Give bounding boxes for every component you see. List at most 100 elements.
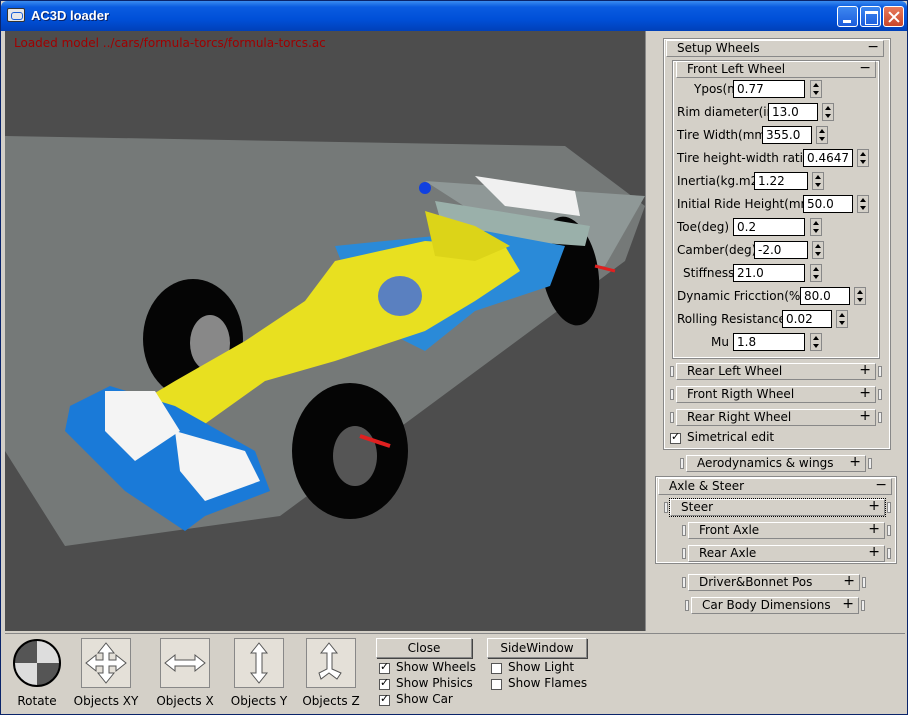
rim-diameter-input[interactable] bbox=[768, 103, 818, 121]
stiffness-spinner[interactable] bbox=[810, 264, 822, 282]
header-cap bbox=[680, 458, 684, 469]
move-xy-icon bbox=[81, 638, 131, 688]
inertia-input[interactable] bbox=[754, 172, 808, 190]
car-render bbox=[5, 136, 645, 546]
minimize-button[interactable] bbox=[837, 6, 858, 27]
checkbox-checked[interactable] bbox=[379, 692, 390, 706]
header-cap bbox=[682, 548, 686, 559]
ride-height-spinner[interactable] bbox=[857, 195, 869, 213]
mu-spinner[interactable] bbox=[810, 333, 822, 351]
tire-width-input[interactable] bbox=[762, 126, 812, 144]
driver-bonnet-header[interactable]: Driver&Bonnet Pos + bbox=[682, 574, 866, 591]
field-row-tire-ratio: Tire height-width ratio bbox=[676, 149, 886, 167]
simetrical-edit-label: Simetrical edit bbox=[687, 430, 775, 444]
field-row-inertia: Inertia(kg.m2) bbox=[676, 172, 886, 190]
header-cap bbox=[887, 548, 891, 559]
ypos-spinner[interactable] bbox=[810, 80, 822, 98]
objects-xy-label: Objects XY bbox=[73, 694, 139, 708]
objects-y-label: Objects Y bbox=[230, 694, 288, 708]
collapse-icon: − bbox=[867, 39, 879, 55]
bottom-toolbar: Rotate Objects XY Objects X Objects Y Ob… bbox=[5, 633, 905, 713]
steer-label: Steer bbox=[681, 500, 714, 514]
show-wheels-label: Show Wheels bbox=[396, 660, 477, 674]
window-title: AC3D loader bbox=[31, 8, 110, 23]
dynamic-friction-spinner[interactable] bbox=[854, 287, 866, 305]
expand-icon: + bbox=[849, 454, 861, 470]
axle-steer-label: Axle & Steer bbox=[669, 479, 745, 493]
checkbox-unchecked[interactable] bbox=[491, 663, 502, 674]
car-body-dimensions-header[interactable]: Car Body Dimensions + bbox=[685, 596, 865, 614]
checkbox-checked[interactable] bbox=[379, 676, 390, 690]
ypos-input[interactable] bbox=[733, 80, 805, 98]
field-row-dynamic-friction: Dynamic Fricction(%) bbox=[676, 287, 886, 305]
header-cap bbox=[862, 577, 866, 588]
rear-right-wheel-header[interactable]: Rear Right Wheel + bbox=[670, 409, 882, 426]
mu-input[interactable] bbox=[733, 333, 805, 351]
objects-x-tool[interactable]: Objects X bbox=[155, 638, 215, 708]
front-left-wheel-label: Front Left Wheel bbox=[687, 62, 786, 76]
dynamic-friction-input[interactable] bbox=[800, 287, 850, 305]
axle-steer-header[interactable]: Axle & Steer − bbox=[658, 478, 892, 495]
app-window: AC3D loader Loaded model ../cars/formula… bbox=[0, 0, 908, 715]
close-button[interactable]: Close bbox=[376, 638, 472, 658]
steer-header[interactable]: Steer + bbox=[664, 498, 891, 517]
rear-left-wheel-header[interactable]: Rear Left Wheel + bbox=[670, 362, 882, 380]
expand-icon: + bbox=[842, 596, 854, 612]
expand-icon: + bbox=[859, 362, 871, 378]
header-cap bbox=[887, 502, 891, 513]
tire-ratio-spinner[interactable] bbox=[857, 149, 869, 167]
toe-input[interactable] bbox=[733, 218, 805, 236]
rear-left-wheel-label: Rear Left Wheel bbox=[687, 364, 783, 378]
tire-ratio-input[interactable] bbox=[803, 149, 853, 167]
camber-input[interactable] bbox=[754, 241, 808, 259]
header-cap bbox=[685, 600, 689, 611]
field-row-ypos: Ypos(m) bbox=[676, 80, 886, 98]
header-cap bbox=[878, 366, 882, 377]
maximize-button[interactable] bbox=[860, 6, 881, 27]
toe-spinner[interactable] bbox=[810, 218, 822, 236]
rear-axle-header[interactable]: Rear Axle + bbox=[682, 545, 891, 562]
rotate-tool[interactable]: Rotate bbox=[9, 638, 65, 708]
move-x-icon bbox=[160, 638, 210, 688]
app-icon bbox=[7, 8, 25, 22]
header-cap bbox=[682, 525, 686, 536]
toe-label: Toe(deg) bbox=[677, 220, 729, 234]
title-bar[interactable]: AC3D loader bbox=[1, 1, 907, 31]
setup-wheels-label: Setup Wheels bbox=[677, 41, 760, 55]
inertia-spinner[interactable] bbox=[812, 172, 824, 190]
field-row-mu: Mu bbox=[676, 333, 886, 351]
header-cap bbox=[670, 366, 674, 377]
setup-wheels-header[interactable]: Setup Wheels − bbox=[666, 40, 884, 57]
objects-y-tool[interactable]: Objects Y bbox=[229, 638, 289, 708]
ride-height-input[interactable] bbox=[803, 195, 853, 213]
move-y-icon bbox=[234, 638, 284, 688]
rolling-resistance-spinner[interactable] bbox=[836, 310, 848, 328]
front-right-wheel-header[interactable]: Front Rigth Wheel + bbox=[670, 386, 882, 403]
show-flames-label: Show Flames bbox=[508, 676, 588, 690]
field-row-ride-height: Initial Ride Height(mm) bbox=[676, 195, 886, 213]
stiffness-input[interactable] bbox=[733, 264, 805, 282]
status-text: Loaded model ../cars/formula-torcs/formu… bbox=[14, 36, 326, 50]
3d-viewport[interactable]: Loaded model ../cars/formula-torcs/formu… bbox=[5, 31, 645, 631]
header-cap bbox=[887, 525, 891, 536]
rolling-resistance-label: Rolling Resistance bbox=[677, 312, 786, 326]
rotate-label: Rotate bbox=[17, 694, 57, 708]
checkbox-checked[interactable] bbox=[379, 660, 390, 674]
front-axle-header[interactable]: Front Axle + bbox=[682, 522, 891, 539]
checkbox-unchecked[interactable] bbox=[491, 679, 502, 690]
aerodynamics-header[interactable]: Aerodynamics & wings + bbox=[680, 454, 872, 472]
mu-label: Mu bbox=[711, 335, 729, 349]
tire-width-spinner[interactable] bbox=[816, 126, 828, 144]
checkbox-checked[interactable] bbox=[670, 430, 681, 444]
rolling-resistance-input[interactable] bbox=[782, 310, 832, 328]
front-left-wheel-header[interactable]: Front Left Wheel − bbox=[676, 61, 876, 78]
header-cap bbox=[861, 600, 865, 611]
front-axle-label: Front Axle bbox=[699, 523, 760, 537]
camber-spinner[interactable] bbox=[812, 241, 824, 259]
rim-diameter-spinner[interactable] bbox=[822, 103, 834, 121]
close-window-button[interactable] bbox=[883, 6, 904, 27]
objects-z-tool[interactable]: Objects Z bbox=[301, 638, 361, 708]
sidewindow-button[interactable]: SideWindow bbox=[487, 638, 587, 658]
objects-xy-tool[interactable]: Objects XY bbox=[71, 638, 141, 708]
field-row-stiffness: Stiffness bbox=[676, 264, 886, 282]
